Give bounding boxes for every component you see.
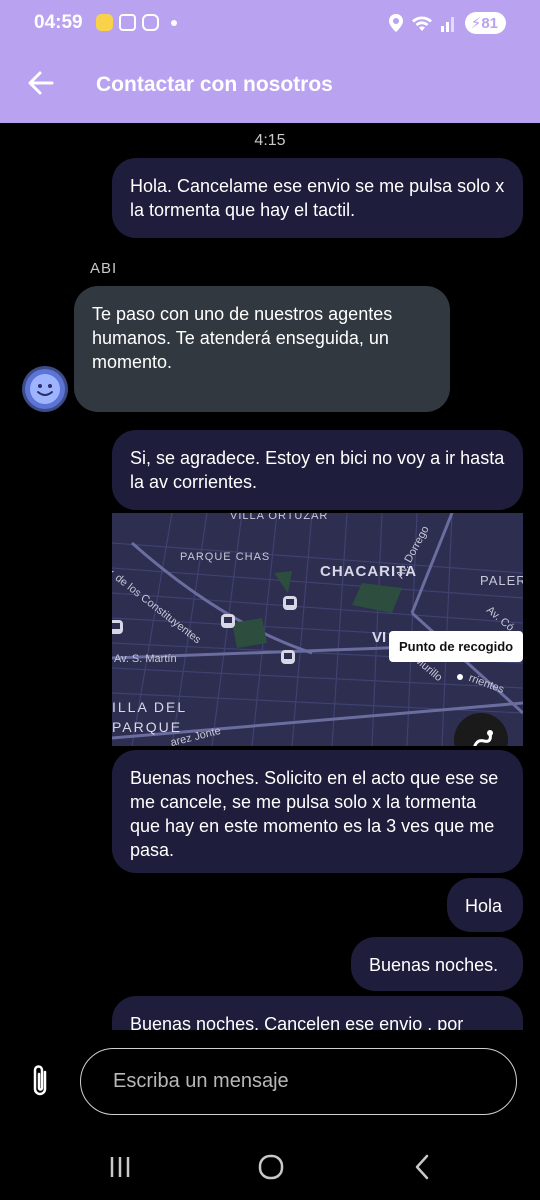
page-title: Contactar con nosotros xyxy=(96,73,333,96)
arrow-left-icon[interactable] xyxy=(26,68,56,98)
map-label: PARQUE xyxy=(112,719,183,735)
pickup-map[interactable]: VILLA ORTUZAR PARQUE CHAS CHACARITA PALE… xyxy=(112,513,523,746)
train-station-icon xyxy=(281,650,295,664)
train-station-icon xyxy=(221,614,235,628)
outgoing-message[interactable]: Hola xyxy=(447,878,523,932)
map-label: VILLA ORTUZAR xyxy=(230,513,329,522)
message-text: Te paso con uno de nuestros agentes huma… xyxy=(92,304,393,372)
more-notifications-dot xyxy=(171,19,177,26)
map-label: ILLA DEL xyxy=(112,699,188,715)
sender-name: ABI xyxy=(90,260,118,277)
signal-icon xyxy=(440,17,454,32)
message-text: Buenas noches. xyxy=(369,955,499,975)
outgoing-message[interactable]: Hola. Cancelame ese envio se me pulsa so… xyxy=(112,158,523,238)
outgoing-message[interactable]: Buenas noches. Solicito en el acto que e… xyxy=(112,750,523,873)
outgoing-message[interactable]: Buenas noches. Cancelen ese envio . por xyxy=(112,996,523,1030)
location-icon xyxy=(388,14,403,32)
map-label: PALER xyxy=(480,573,523,588)
train-station-icon xyxy=(112,620,123,634)
chat-thread[interactable]: 4:15 Hola. Cancelame ese envio se me pul… xyxy=(0,123,540,1030)
message-text: Hola. Cancelame ese envio se me pulsa so… xyxy=(130,176,505,220)
paperclip-icon[interactable] xyxy=(26,1063,54,1099)
message-text: Hola xyxy=(465,896,503,916)
scan-icon xyxy=(119,14,136,31)
chevron-left-icon[interactable] xyxy=(408,1152,438,1182)
notification-icons xyxy=(96,14,177,31)
message-input[interactable] xyxy=(80,1048,517,1115)
system-navigation-bar xyxy=(0,1130,540,1200)
incoming-message[interactable]: Te paso con uno de nuestros agentes huma… xyxy=(74,286,450,412)
notification-app-icon xyxy=(96,14,113,31)
pickup-point-label: Punto de recogido xyxy=(389,631,523,662)
home-icon[interactable] xyxy=(256,1152,286,1182)
recent-apps-icon[interactable] xyxy=(105,1152,135,1182)
message-text: Si, se agradece. Estoy en bici no voy a … xyxy=(130,448,505,492)
outgoing-message[interactable]: Si, se agradece. Estoy en bici no voy a … xyxy=(112,430,523,510)
wifi-icon xyxy=(411,16,432,31)
map-label: Av. S. Martín xyxy=(114,653,177,665)
system-icons: ⚡81 xyxy=(388,12,506,34)
message-text: Buenas noches. Cancelen ese envio . por xyxy=(130,1014,464,1030)
status-bar: 04:59 ⚡81 xyxy=(0,0,540,46)
route-icon xyxy=(473,730,493,746)
battery-level: 81 xyxy=(481,15,498,32)
train-station-icon xyxy=(283,596,297,610)
map-label: VI xyxy=(372,629,387,646)
message-timestamp: 4:15 xyxy=(254,132,286,149)
outgoing-message[interactable]: Buenas noches. xyxy=(351,937,523,991)
app-bar: Contactar con nosotros xyxy=(0,46,540,123)
pickup-dot-icon xyxy=(457,674,463,680)
smiley-bot-icon xyxy=(22,366,68,412)
status-time: 04:59 xyxy=(34,12,83,33)
message-composer xyxy=(0,1030,540,1130)
battery-indicator: ⚡81 xyxy=(464,12,506,34)
instagram-icon xyxy=(142,14,159,31)
map-label: PARQUE CHAS xyxy=(180,551,271,563)
message-text: Buenas noches. Solicito en el acto que e… xyxy=(130,768,499,860)
route-button[interactable] xyxy=(454,713,508,746)
